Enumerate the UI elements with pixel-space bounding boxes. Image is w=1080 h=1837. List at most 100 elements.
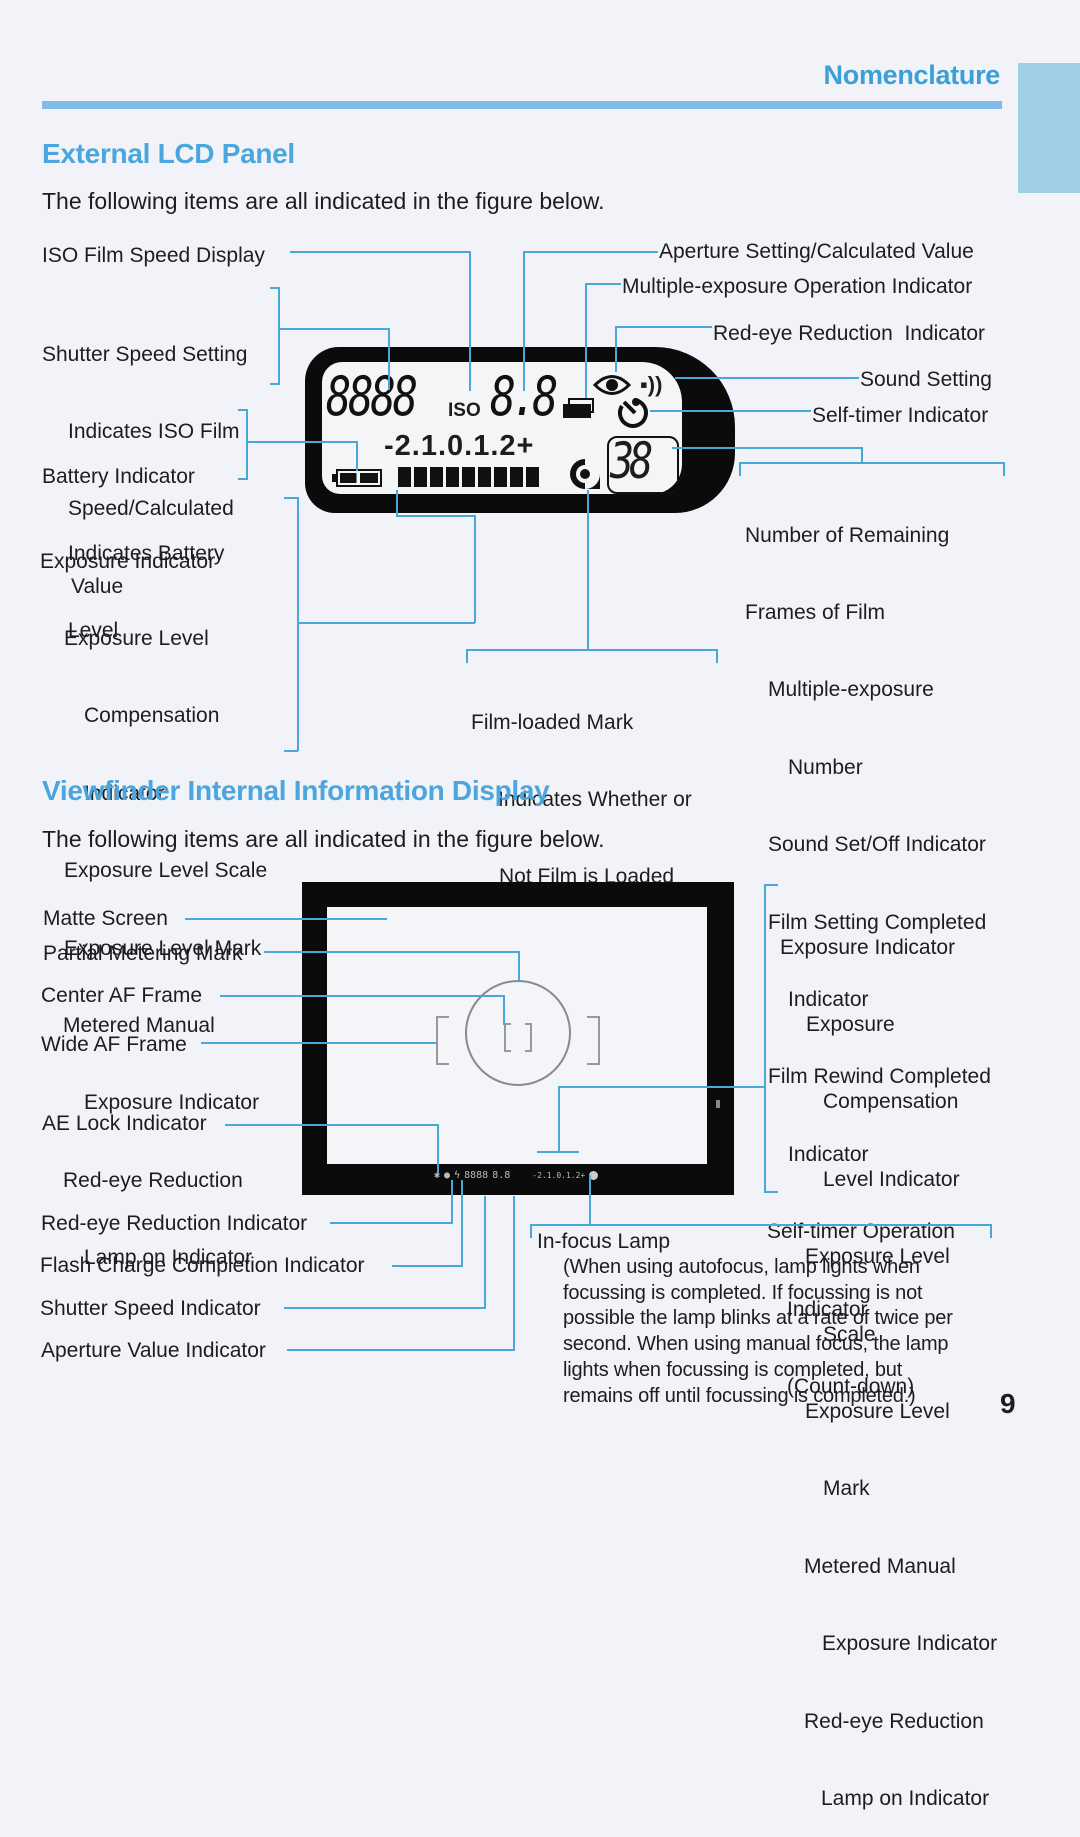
bracket-line bbox=[270, 287, 280, 289]
label-aperture-setting: Aperture Setting/Calculated Value bbox=[659, 240, 974, 263]
leader-line bbox=[297, 622, 475, 624]
label-center-af-frame: Center AF Frame bbox=[41, 984, 203, 1007]
vf-red-eye-icon: ● bbox=[444, 1170, 451, 1181]
lcd-shutter-digits: 8888 bbox=[326, 365, 418, 428]
vf-shutter-digits: 8888 bbox=[464, 1170, 489, 1181]
battery-icon bbox=[332, 469, 382, 487]
leader-line bbox=[650, 410, 811, 412]
exposure-bar bbox=[462, 467, 475, 487]
leader-line bbox=[503, 995, 505, 1025]
bracket-line bbox=[764, 884, 778, 886]
leader-line bbox=[392, 1265, 463, 1267]
leader-line bbox=[356, 441, 358, 471]
leader-line bbox=[330, 1222, 453, 1224]
exposure-bar bbox=[478, 467, 491, 487]
wide-af-left-bracket bbox=[436, 1016, 449, 1065]
flash-icon: ϟ bbox=[454, 1170, 461, 1181]
vf-info-strip: ✱ ● ϟ 8888 8.8 -2.1.0.1.2+ bbox=[434, 1170, 599, 1181]
leader-line bbox=[290, 251, 470, 253]
leader-line bbox=[587, 490, 589, 650]
leader-line bbox=[185, 918, 387, 920]
bracket-line bbox=[466, 649, 718, 651]
bracket-line bbox=[238, 478, 248, 480]
label-red-eye-reduction: Red-eye Reduction Indicator bbox=[713, 322, 985, 345]
viewfinder-section-title: Viewfinder Internal Information Display bbox=[42, 775, 550, 806]
leader-line bbox=[201, 1042, 436, 1044]
leader-line bbox=[585, 283, 621, 285]
label-multiple-exposure-operation: Multiple-exposure Operation Indicator bbox=[622, 275, 973, 298]
bracket-line bbox=[270, 383, 280, 385]
lcd-aperture-digits: 8.8 bbox=[490, 365, 558, 428]
label-flash-charge: Flash Charge Completion Indicator bbox=[40, 1254, 365, 1277]
leader-line bbox=[469, 251, 471, 391]
bracket-line bbox=[284, 750, 298, 752]
center-af-left bbox=[504, 1023, 511, 1052]
leader-line bbox=[513, 1196, 515, 1350]
exposure-bar bbox=[430, 467, 443, 487]
leader-line bbox=[861, 447, 863, 463]
label-iso-film-speed: ISO Film Speed Display bbox=[42, 244, 265, 267]
leader-line bbox=[278, 328, 390, 330]
bracket-line bbox=[466, 649, 468, 663]
lcd-section-title: External LCD Panel bbox=[42, 138, 295, 169]
label-wide-af-frame: Wide AF Frame bbox=[41, 1033, 187, 1056]
leader-line bbox=[287, 1349, 515, 1351]
leader-line bbox=[264, 951, 520, 953]
film-loaded-icon bbox=[570, 459, 600, 489]
bracket-line bbox=[297, 497, 299, 751]
bracket-line bbox=[238, 409, 248, 411]
leader-line bbox=[396, 515, 476, 517]
leader-line bbox=[474, 515, 476, 623]
leader-line bbox=[675, 377, 859, 379]
leader-line bbox=[484, 1196, 486, 1308]
multiple-exposure-icon bbox=[563, 398, 597, 418]
leader-line bbox=[518, 951, 520, 981]
vf-exposure-scale: -2.1.0.1.2+ bbox=[532, 1171, 586, 1180]
self-timer-icon bbox=[618, 398, 648, 428]
bracket-line bbox=[739, 462, 1005, 464]
label-in-focus-lamp: In-focus Lamp (When using autofocus, lam… bbox=[537, 1230, 953, 1407]
exposure-bar bbox=[446, 467, 459, 487]
section-header: Nomenclature bbox=[823, 60, 1001, 90]
bracket-line bbox=[278, 287, 280, 384]
leader-line bbox=[585, 283, 587, 398]
leader-line bbox=[437, 1124, 439, 1174]
leader-line bbox=[220, 995, 505, 997]
label-vf-red-eye: Red-eye Reduction Indicator bbox=[41, 1212, 308, 1235]
leader-line bbox=[523, 251, 658, 253]
bracket-line bbox=[530, 1224, 992, 1226]
header-rule bbox=[42, 101, 1002, 109]
bracket-line bbox=[1003, 462, 1005, 476]
viewfinder-section-intro: The following items are all indicated in… bbox=[42, 826, 605, 852]
leader-line bbox=[461, 1180, 463, 1266]
leader-line bbox=[246, 441, 358, 443]
bracket-line bbox=[716, 649, 718, 663]
center-af-right bbox=[525, 1023, 532, 1052]
exposure-bar bbox=[398, 467, 411, 487]
label-shutter-speed-indicator: Shutter Speed Indicator bbox=[40, 1297, 261, 1320]
lcd-exposure-scale: -2.1.0.1.2+ bbox=[384, 430, 535, 462]
leader-line bbox=[672, 447, 862, 449]
leader-line bbox=[558, 1086, 766, 1088]
label-ae-lock: AE Lock Indicator bbox=[42, 1112, 207, 1135]
leader-line bbox=[284, 1307, 486, 1309]
chapter-tab bbox=[1018, 63, 1080, 193]
exposure-bar bbox=[510, 467, 523, 487]
label-sound-setting: Sound Setting bbox=[860, 368, 992, 391]
bracket-line bbox=[284, 497, 298, 499]
lcd-frame-counter: 38 bbox=[610, 432, 653, 490]
bracket-line bbox=[764, 1191, 778, 1193]
lcd-section-intro: The following items are all indicated in… bbox=[42, 188, 605, 214]
leader-line bbox=[537, 1151, 579, 1153]
vf-aperture-digits: 8.8 bbox=[492, 1170, 511, 1181]
leader-line bbox=[615, 326, 617, 372]
bracket-line bbox=[246, 409, 248, 479]
bracket-line bbox=[530, 1224, 532, 1238]
label-partial-metering-mark: Partial Metering Mark bbox=[43, 942, 243, 965]
label-exposure-indicator: Exposure Indicator Exposure Level Compen… bbox=[40, 549, 268, 1270]
leader-line bbox=[589, 1175, 591, 1225]
label-self-timer: Self-timer Indicator bbox=[812, 404, 989, 427]
page-number: 9 bbox=[1000, 1388, 1016, 1419]
exposure-bar bbox=[414, 467, 427, 487]
leader-line bbox=[558, 1086, 560, 1152]
